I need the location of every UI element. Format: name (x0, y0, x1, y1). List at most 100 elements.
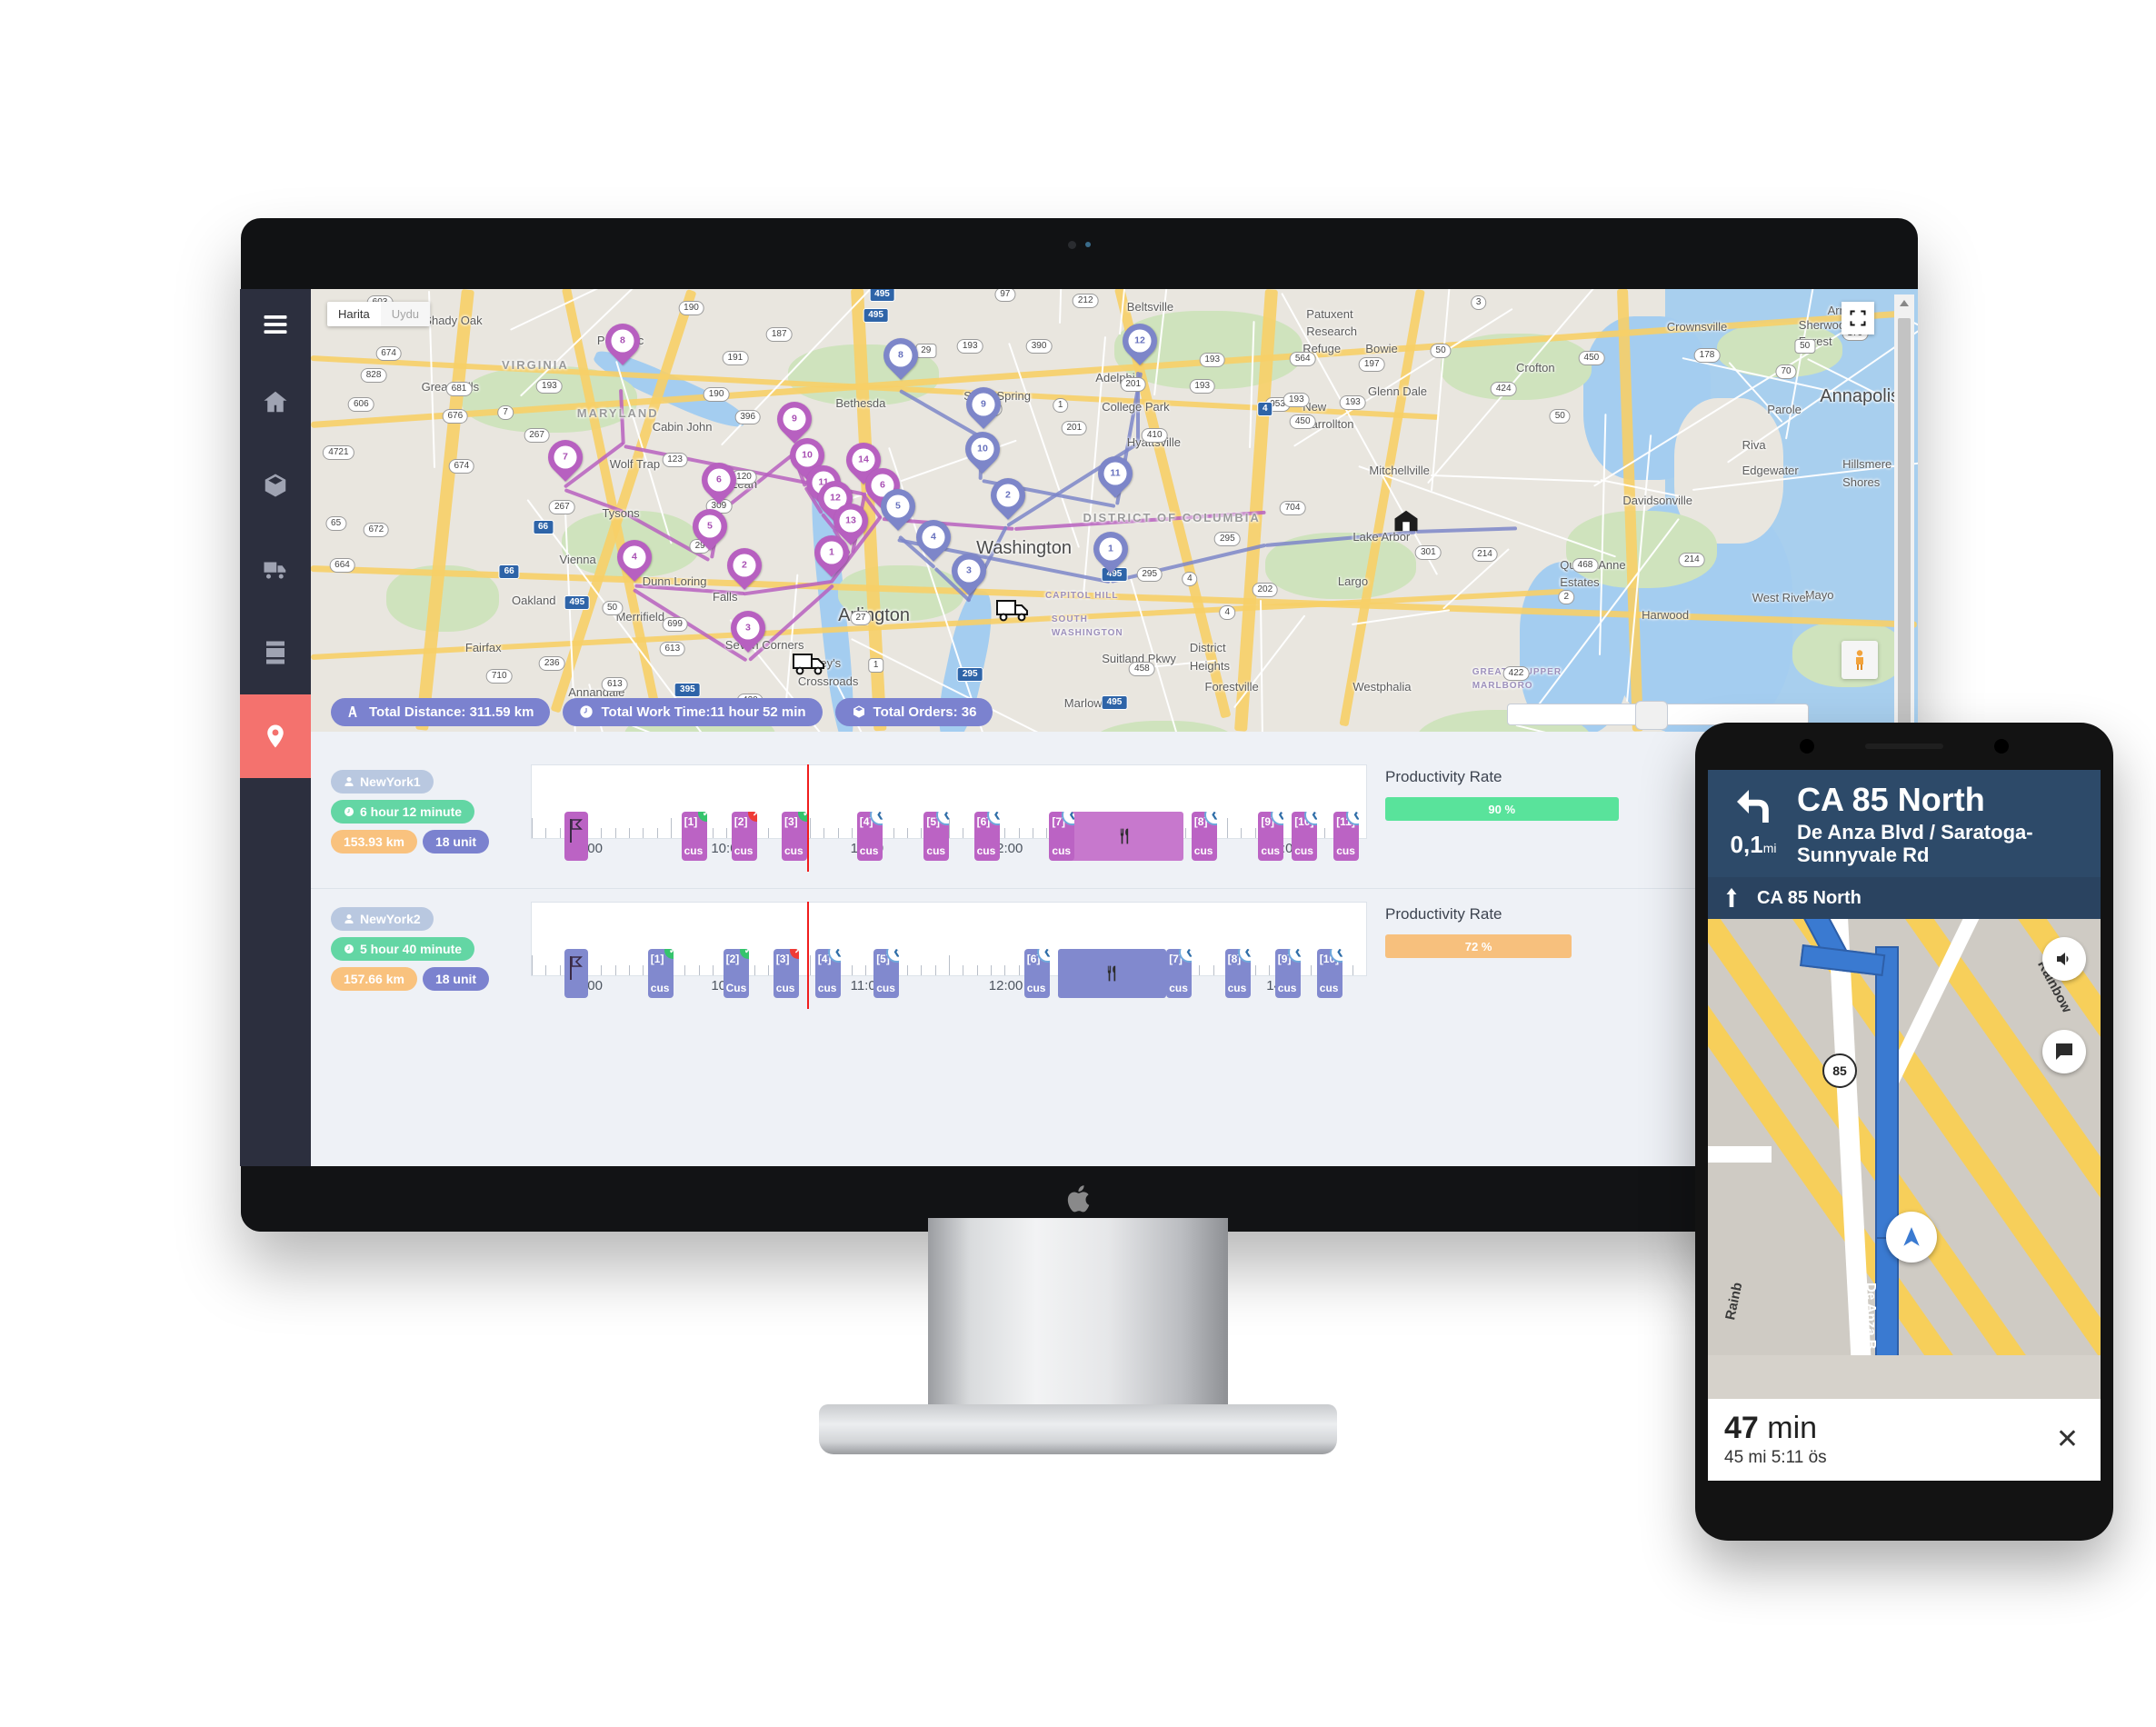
map-type-map[interactable]: Harita (327, 302, 381, 326)
pin-number: 3 (957, 559, 980, 582)
map-pin[interactable]: 8 (605, 324, 640, 369)
timeline-tick (713, 828, 714, 838)
map-pin[interactable]: 11 (1098, 456, 1133, 502)
route-icon (347, 704, 362, 719)
break-block[interactable] (1058, 949, 1167, 998)
clock-icon (579, 704, 594, 719)
road-shield: 236 (539, 656, 565, 671)
map-label: Davidsonville (1622, 494, 1692, 507)
timeline-tick (545, 828, 546, 838)
map-pin[interactable]: 4 (617, 540, 652, 585)
driver-tag[interactable]: NewYork2 (331, 907, 434, 931)
map-pin[interactable]: 5 (693, 509, 727, 554)
stop-number: [3] (776, 953, 790, 965)
sidebar-item-home[interactable] (240, 360, 311, 444)
map-pin[interactable]: 5 (881, 489, 915, 534)
report-button[interactable] (2042, 1030, 2086, 1073)
map-pin[interactable]: 9 (966, 387, 1001, 433)
map-pin[interactable]: 10 (965, 432, 1000, 477)
road-shield: 65 (325, 516, 346, 531)
map-pin[interactable]: 3 (731, 611, 765, 656)
pin-number: 2 (996, 484, 1019, 507)
map-pin[interactable]: 3 (952, 554, 986, 599)
map-pin[interactable]: 2 (991, 478, 1025, 524)
timeline-stop[interactable]: [4]cus❮ (857, 812, 883, 861)
stop-label: cus (1169, 982, 1188, 994)
sidebar-item-map[interactable] (240, 694, 311, 778)
timeline-stop[interactable]: [9]cus❮ (1258, 812, 1283, 861)
road-shield: 410 (1142, 428, 1168, 443)
timeline-stop[interactable]: [6]cus❮ (1024, 949, 1050, 998)
timeline-stop[interactable]: [6]cus❮ (974, 812, 1000, 861)
route-timeline[interactable]: [1]cus✓ [2]Cus✓ [3]cus✕ [4]cus❮ [5]cus❮ [6]cu… (531, 902, 1367, 1009)
timeline-stop[interactable]: [5]cus❮ (873, 949, 899, 998)
road-shield: 674 (448, 459, 474, 474)
map-type-satellite[interactable]: Uydu (381, 302, 430, 326)
timeline-stop[interactable]: [9]cus❮ (1275, 949, 1301, 998)
map-label: Harwood (1642, 608, 1689, 622)
road-shield: 664 (329, 558, 355, 573)
timeline-stop[interactable]: [7]cus❮ (1166, 949, 1192, 998)
timeline-stop[interactable]: [3] cus ✕ (774, 949, 799, 998)
timeline-tick (949, 955, 950, 975)
timeline-tick (615, 828, 616, 838)
timeline-stop[interactable]: [5]cus❮ (923, 812, 949, 861)
sidebar-item-vehicles[interactable] (240, 527, 311, 611)
map-pin[interactable]: 1 (814, 535, 849, 581)
timeline-stop[interactable]: [10]cus❮ (1317, 949, 1343, 998)
timeline-stop[interactable]: [8]cus❮ (1225, 949, 1251, 998)
stop-status-badge: ✓ (664, 949, 674, 959)
map-type-control[interactable]: Harita Uydu (327, 302, 430, 326)
timeline-stop[interactable]: [1] cus ✓ (682, 812, 707, 861)
break-block[interactable] (1066, 812, 1183, 861)
sidebar-item-orders[interactable] (240, 444, 311, 527)
timeline-stop[interactable]: [4]cus❮ (815, 949, 841, 998)
street-view-pegman-icon[interactable] (1842, 641, 1878, 679)
map-pin[interactable]: 2 (727, 548, 762, 594)
timeline-tick (615, 965, 616, 975)
road-shield: 190 (678, 301, 704, 315)
front-camera (1800, 739, 1814, 754)
map-pin[interactable]: 7 (548, 440, 583, 485)
map-vertical-scrollbar[interactable] (1894, 294, 1914, 726)
timeline-stop[interactable]: [11]cus❮ (1333, 812, 1359, 861)
map-pin[interactable]: 8 (883, 338, 918, 384)
map-pin[interactable]: 6 (702, 463, 736, 508)
map-label: Crossroads (798, 674, 858, 688)
vehicle-icon[interactable] (996, 597, 1033, 623)
timeline-stop[interactable]: [3] cus ✓ (782, 812, 807, 861)
scrollbar-thumb[interactable] (1898, 318, 1911, 732)
pin-number: 6 (707, 469, 730, 492)
driver-tag[interactable]: NewYork1 (331, 770, 434, 794)
timeline-tick (768, 965, 769, 975)
map-pin[interactable]: 1 (1093, 532, 1128, 577)
app-sidebar (240, 289, 311, 1166)
sidebar-item-drivers[interactable] (240, 611, 311, 694)
timeline-stop[interactable]: [1] cus ✓ (648, 949, 674, 998)
map-pin[interactable]: 4 (916, 520, 951, 565)
apple-logo-icon (1066, 1183, 1093, 1215)
timeline-stop[interactable]: [2] Cus ✓ (724, 949, 749, 998)
scroll-up-arrow-icon[interactable] (1900, 300, 1909, 306)
timeline-tick (1366, 818, 1367, 838)
navigation-map[interactable]: 85 Rainbow Rainb De Anza B (1708, 919, 2101, 1355)
volume-button[interactable] (2042, 937, 2086, 981)
cutlery-icon (1103, 963, 1121, 983)
close-icon[interactable]: ✕ (2051, 1426, 2084, 1453)
timeline-stop[interactable]: [10]cus❮ (1292, 812, 1317, 861)
timeline-tick (629, 828, 630, 838)
vehicle-icon[interactable] (793, 651, 829, 676)
map-pin[interactable]: 12 (1123, 324, 1157, 369)
road-shield: 699 (662, 617, 688, 632)
distance-unit: mi (1763, 841, 1777, 855)
timeline-tick (810, 955, 811, 975)
road-shield: 674 (375, 346, 402, 361)
fullscreen-icon[interactable] (1842, 302, 1874, 334)
menu-toggle-button[interactable] (240, 289, 311, 360)
route-timeline[interactable]: [1] cus ✓ [2] cus ✕ [3] cus ✓ [4]cus❮ [5]cus❮ [6]cu… (531, 764, 1367, 872)
road-shield: 295 (1136, 567, 1163, 582)
timeline-stop[interactable]: [7]cus❮ (1049, 812, 1074, 861)
timeline-stop[interactable]: [2] cus ✕ (732, 812, 757, 861)
timeline-stop[interactable]: [8]cus❮ (1192, 812, 1217, 861)
route-map[interactable]: Shady OakPotomacGreat FallsBethesdaCabin… (311, 289, 1918, 732)
